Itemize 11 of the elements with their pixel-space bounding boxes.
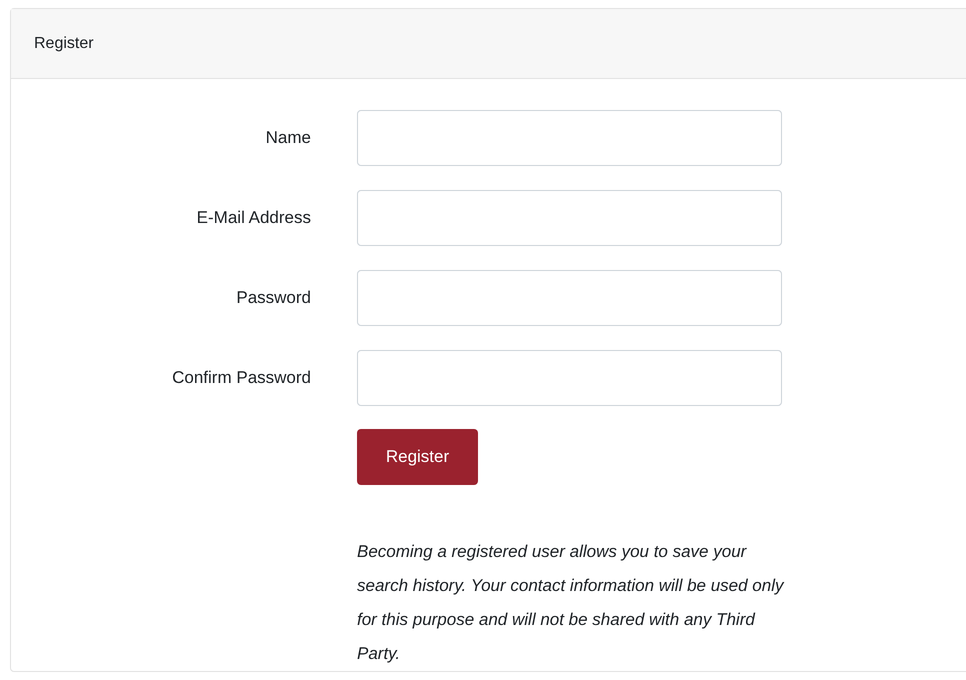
field-label: E-Mail Address — [196, 208, 311, 228]
input-field[interactable] — [357, 350, 782, 406]
input-field[interactable] — [357, 110, 782, 166]
field-label: Confirm Password — [171, 368, 311, 388]
input-field[interactable] — [357, 270, 782, 326]
info-text: Becoming a registered user allows you to save your search history. Your contact information will be used only for this purpose and will not be shared with any Third Party. — [357, 541, 786, 665]
register-button[interactable]: Register — [357, 429, 478, 485]
field-label: Password — [235, 288, 311, 308]
card-title: Register — [34, 34, 94, 52]
input-field[interactable] — [357, 190, 782, 246]
field-label: Name — [264, 128, 311, 148]
